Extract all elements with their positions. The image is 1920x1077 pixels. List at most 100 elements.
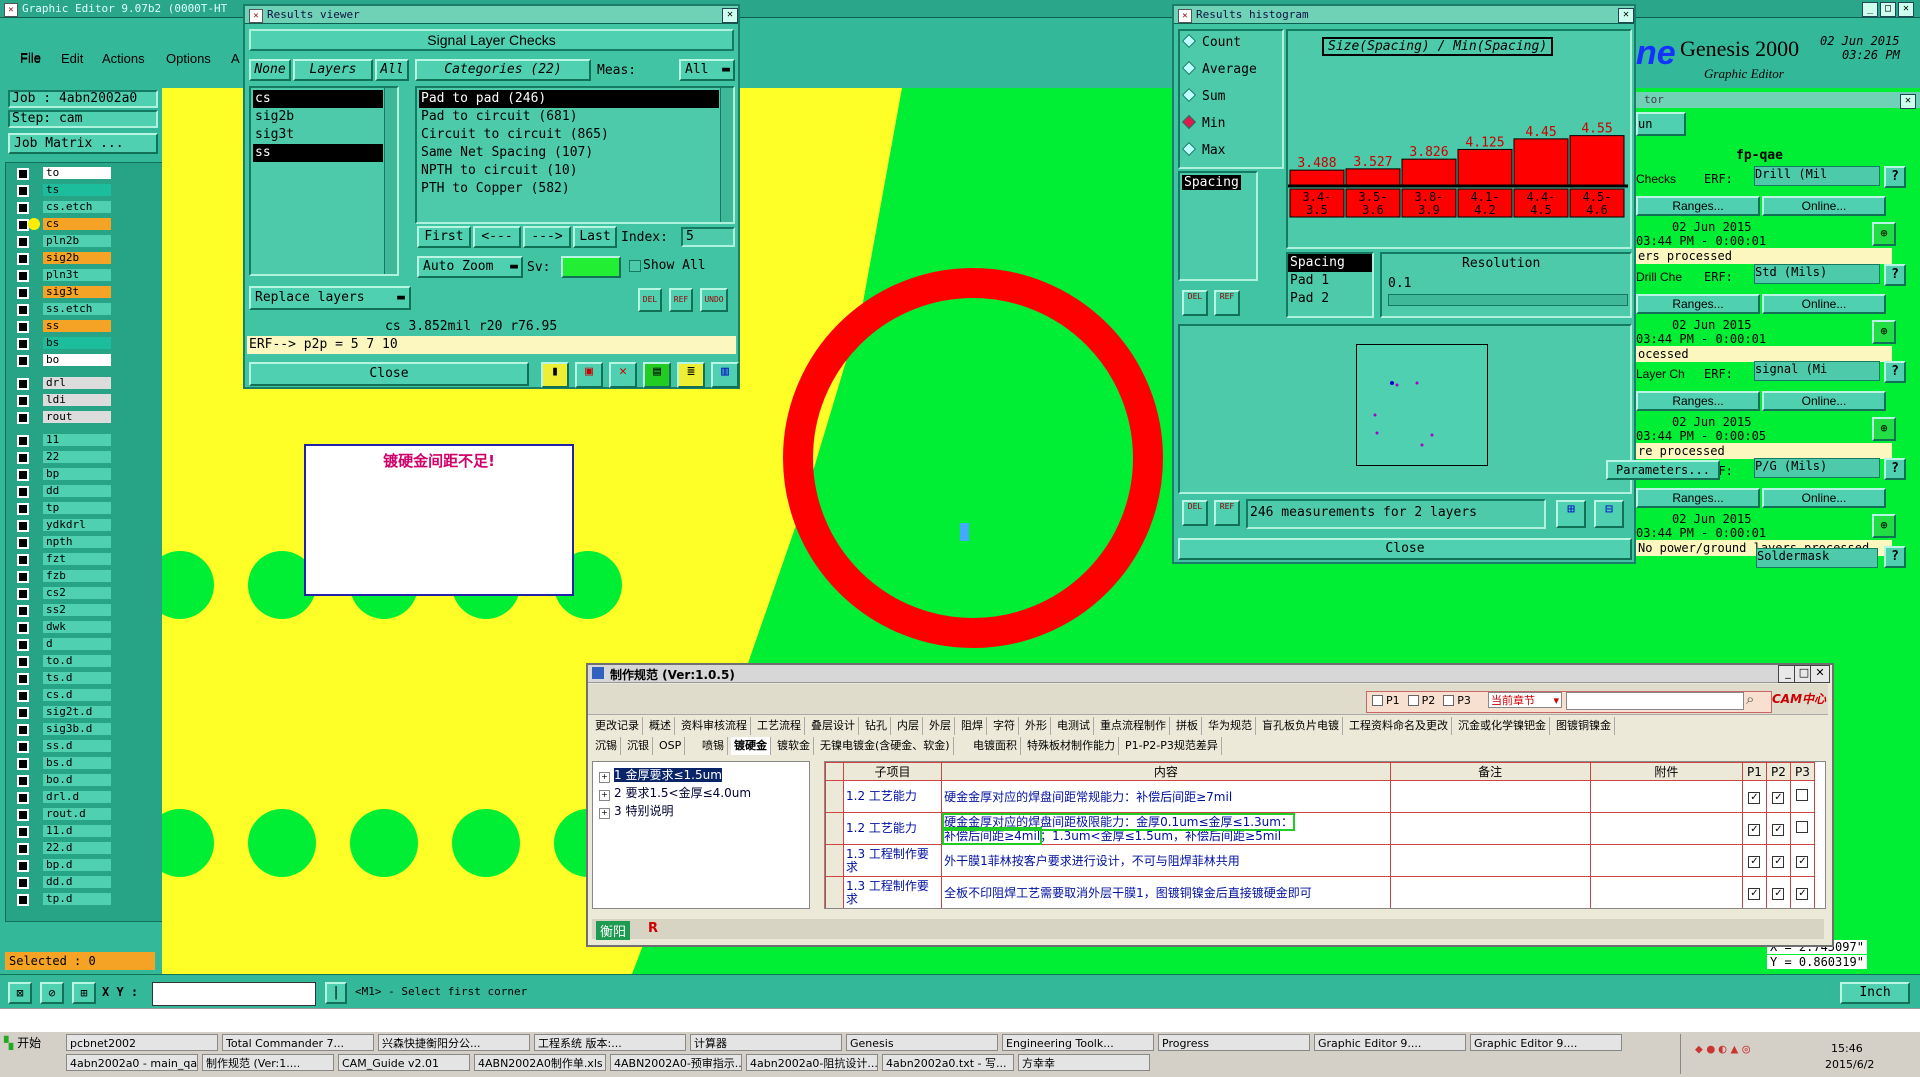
ranges-button[interactable]: Ranges... [1636,196,1760,216]
layer-row[interactable]: bo.d [14,774,112,787]
layer-checkbox[interactable] [17,185,29,197]
tree-item[interactable]: +3 特别说明 [599,802,673,819]
spec-tab[interactable]: 沉金或化学镍钯金 [1455,717,1550,735]
spec-tab[interactable]: 电镀面积 [970,737,1021,755]
layer-row[interactable]: bp.d [14,859,112,872]
online-button[interactable]: Online... [1762,391,1886,411]
index-input[interactable]: 5 [681,227,735,247]
stat-option[interactable]: Count [1181,33,1241,50]
layer-checkbox[interactable] [17,236,29,248]
checked-box-icon[interactable]: ✓ [1748,888,1761,900]
taskbar-item[interactable]: 工程系统 版本:... [534,1034,686,1051]
layer-checkbox[interactable] [17,355,29,367]
rv-layer-item[interactable]: sig3t [253,126,383,144]
spacing-item[interactable]: Spacing [1182,175,1241,190]
checked-box-icon[interactable]: ✓ [1748,856,1761,868]
layer-list-scrollbar[interactable] [384,88,397,274]
checked-box-icon[interactable]: ✓ [1796,888,1809,900]
layer-checkbox[interactable] [17,877,29,889]
layer-checkbox[interactable] [17,270,29,282]
spec-tab[interactable]: 华为规范 [1205,717,1256,735]
spec-tab[interactable]: 镀硬金 [731,737,771,755]
taskbar-item[interactable]: 4ABN2002A0-预审指示... [610,1054,742,1071]
layer-checkbox[interactable] [17,287,29,299]
taskbar-item[interactable]: Genesis [846,1034,998,1051]
layer-row[interactable]: ts [14,184,112,197]
taskbar-item[interactable]: CAM_Guide v2.01 [338,1054,470,1071]
checked-box-icon[interactable]: ✓ [1748,824,1761,836]
layer-checkbox[interactable] [17,486,29,498]
menu-file-label[interactable]: File [20,51,41,66]
minimize-button[interactable]: _ [1862,2,1878,17]
spec-tab[interactable]: 沉银 [624,737,653,755]
spec-tab[interactable]: 沉锡 [592,737,621,755]
layer-checkbox[interactable] [17,656,29,668]
expand-icon[interactable]: + [599,808,610,819]
expand-icon[interactable]: + [599,772,610,783]
layer-checkbox[interactable] [17,690,29,702]
taskbar-item[interactable]: 4abn2002a0.txt - 写... [882,1054,1014,1071]
help-icon[interactable]: ? [1884,264,1906,286]
erf-value[interactable]: P/G (Mils) [1754,458,1880,478]
spec-tab[interactable]: 外形 [1022,717,1051,735]
layer-checkbox[interactable] [17,503,29,515]
layer-checkbox[interactable] [17,168,29,180]
chapter-select[interactable]: 当前章节 ▾ [1488,692,1562,708]
layer-checkbox[interactable] [17,338,29,350]
p-filter-checkbox[interactable] [1407,695,1419,706]
stat-option[interactable]: Average [1181,60,1257,77]
category-item[interactable]: Pad to circuit (681) [419,108,719,126]
layer-row[interactable]: cs.d [14,689,112,702]
taskbar-item[interactable]: 方幸幸 [1018,1054,1150,1071]
layer-checkbox[interactable] [17,622,29,634]
zoom-in-icon[interactable]: ⊞ [1556,500,1586,528]
menu-edit[interactable]: Edit [61,51,83,66]
layer-row[interactable]: ss [14,320,112,333]
menu-options[interactable]: Options [166,51,211,66]
layer-row[interactable]: tp.d [14,893,112,906]
meas-select[interactable]: All ▬ [679,59,735,81]
un-button[interactable]: un [1636,112,1686,136]
taskbar-item[interactable]: Engineering Toolk... [1002,1034,1154,1051]
sv-color-select[interactable] [561,256,621,278]
layer-checkbox[interactable] [17,673,29,685]
spec-tab[interactable]: 工程资料命名及更改 [1346,717,1452,735]
last-button[interactable]: Last [573,226,617,248]
layer-row[interactable]: bs.d [14,757,112,770]
spec-tab[interactable]: 阻焊 [958,717,987,735]
histogram-close-button[interactable]: Close [1178,538,1632,560]
hist-list-item[interactable]: Pad 2 [1288,290,1372,308]
layer-checkbox[interactable] [17,809,29,821]
layer-checkbox[interactable] [17,860,29,872]
layer-row[interactable]: rout [14,411,112,424]
histogram-close-icon[interactable]: ✕ [1618,8,1634,23]
p-filter-checkbox[interactable] [1443,695,1455,706]
layer-checkbox[interactable] [17,741,29,753]
layer-row[interactable]: to [14,167,112,180]
checked-box-icon[interactable]: ✓ [1772,824,1785,836]
layer-row[interactable]: pln2b [14,235,112,248]
xy-input[interactable] [152,982,316,1006]
categories-scrollbar[interactable] [720,88,733,222]
layer-row[interactable]: 11 [14,434,112,447]
histogram-icon[interactable]: ▥ [711,362,739,388]
layer-checkbox[interactable] [17,395,29,407]
layer-checkbox[interactable] [17,843,29,855]
spec-close-button[interactable]: ✕ [1810,665,1830,683]
spec-tab[interactable]: 外层 [926,717,955,735]
layer-checkbox[interactable] [17,894,29,906]
help-icon[interactable]: ? [1884,166,1906,188]
spec-tab[interactable]: 镀软金 [774,737,814,755]
show-all-checkbox[interactable] [629,260,641,272]
histogram-bar[interactable] [1289,169,1345,187]
tab-all[interactable]: All [375,59,409,81]
spec-tab[interactable]: 内层 [894,717,923,735]
layer-row[interactable]: sig3t [14,286,112,299]
layer-row[interactable]: sig2t.d [14,706,112,719]
layer-row[interactable]: bo [14,354,112,367]
tab-layers[interactable]: Layers [293,59,373,81]
unchecked-box-icon[interactable] [1796,821,1809,833]
ranges-button[interactable]: Ranges... [1636,391,1760,411]
spec-tab[interactable]: P1-P2-P3规范差异 [1122,737,1222,755]
grid-tool-icon[interactable]: ⊞ [72,982,96,1004]
